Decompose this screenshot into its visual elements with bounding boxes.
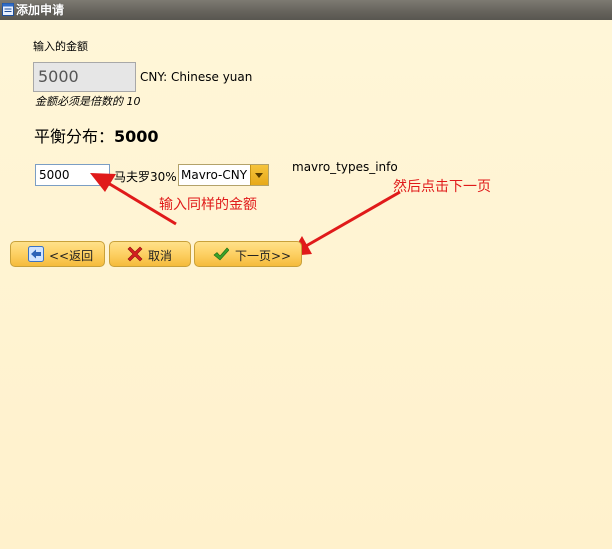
checkmark-icon (213, 247, 229, 261)
amount-hint: 金额必须是倍数的 10 (35, 95, 141, 108)
back-button-label: <<返回 (49, 249, 94, 263)
back-button[interactable]: <<返回 (10, 241, 105, 267)
title-bar: 添加申请 (0, 0, 612, 20)
mavro-type-select[interactable]: Mavro-CNY (178, 164, 269, 186)
mavro-type-value: Mavro-CNY (181, 168, 248, 182)
balance-label: 平衡分布： (34, 127, 115, 146)
window-app-icon (2, 3, 14, 16)
balance-distribution: 平衡分布：5000 (34, 123, 159, 147)
mavro-percent-label: 马夫罗30% (114, 170, 177, 184)
mavro-types-info: mavro_types_info (292, 160, 398, 174)
cancel-button[interactable]: 取消 (109, 241, 191, 267)
annotation-next-hint: 然后点击下一页 (393, 179, 491, 195)
window-title: 添加申请 (16, 3, 65, 17)
next-button-label: 下一页>> (235, 249, 292, 263)
distribution-amount-input[interactable]: 5000 (35, 164, 110, 186)
amount-label: 输入的金额 (33, 40, 88, 53)
next-button[interactable]: 下一页>> (194, 241, 302, 267)
balance-value: 5000 (114, 127, 159, 146)
cancel-x-icon (127, 246, 143, 262)
annotation-input-hint: 输入同样的金额 (159, 197, 257, 213)
chevron-down-icon[interactable] (250, 165, 268, 185)
currency-label: CNY: Chinese yuan (140, 70, 253, 84)
cancel-button-label: 取消 (148, 249, 173, 263)
back-arrow-icon (28, 246, 44, 262)
amount-input[interactable]: 5000 (33, 62, 136, 92)
